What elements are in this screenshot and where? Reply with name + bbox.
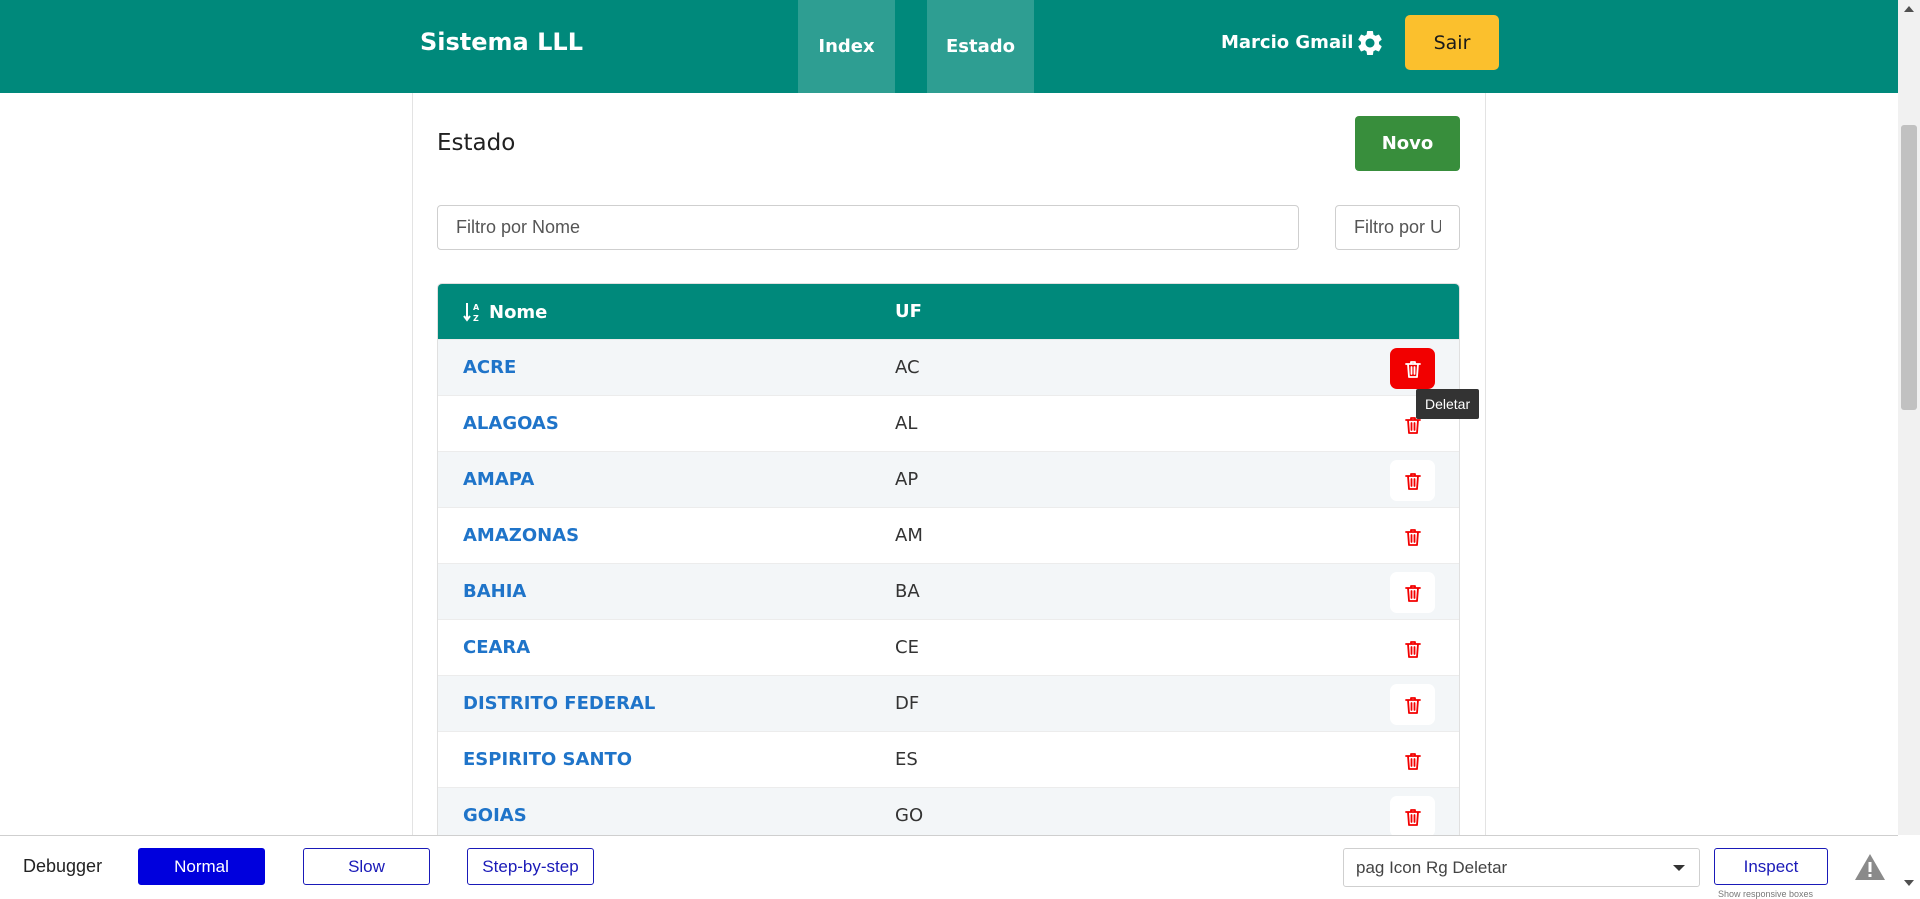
brand-title[interactable]: Sistema LLL <box>420 28 583 56</box>
trash-icon <box>1404 360 1421 378</box>
cell-nome-link[interactable]: ESPIRITO SANTO <box>463 749 632 770</box>
cell-nome-link[interactable]: DISTRITO FEDERAL <box>463 693 655 714</box>
table-row: CEARA CE <box>438 619 1459 675</box>
trash-icon <box>1404 808 1421 826</box>
cell-nome-link[interactable]: CEARA <box>463 637 530 658</box>
trash-icon <box>1404 528 1421 546</box>
delete-button[interactable] <box>1390 572 1435 613</box>
trash-icon <box>1404 752 1421 770</box>
filter-name-input[interactable] <box>437 205 1299 250</box>
gear-icon[interactable] <box>1355 28 1385 58</box>
user-name: Marcio Gmail <box>1221 32 1354 53</box>
trash-icon <box>1404 640 1421 658</box>
debugger-normal-button[interactable]: Normal <box>138 848 265 885</box>
column-header-uf: UF <box>895 301 922 322</box>
trash-icon <box>1404 696 1421 714</box>
delete-button[interactable] <box>1390 796 1435 835</box>
app-viewport: Sistema LLL Index Estado Marcio Gmail Sa… <box>0 0 1898 835</box>
debugger-label: Debugger <box>23 856 103 876</box>
cell-uf: AP <box>895 469 919 490</box>
debugger-step-button[interactable]: Step-by-step <box>467 848 594 885</box>
table-row: ESPIRITO SANTO ES <box>438 731 1459 787</box>
nav-tab-index[interactable]: Index <box>798 0 895 93</box>
delete-button[interactable] <box>1390 460 1435 501</box>
cell-uf: GO <box>895 805 924 826</box>
cell-uf: AM <box>895 525 923 546</box>
cell-uf: AL <box>895 413 918 434</box>
debugger-slow-button[interactable]: Slow <box>303 848 430 885</box>
table-row: BAHIA BA <box>438 563 1459 619</box>
page-title: Estado <box>437 130 516 156</box>
chevron-down-icon <box>1673 865 1685 871</box>
table-row: DISTRITO FEDERAL DF <box>438 675 1459 731</box>
cell-uf: ES <box>895 749 918 770</box>
cell-uf: AC <box>895 357 920 378</box>
scrollbar-thumb[interactable] <box>1901 125 1917 410</box>
debugger-target-select[interactable]: pag Icon Rg Deletar <box>1343 848 1700 887</box>
table-row: ACRE AC <box>438 339 1459 395</box>
cell-nome-link[interactable]: BAHIA <box>463 581 526 602</box>
column-label-nome: Nome <box>489 301 548 323</box>
nav-tab-estado[interactable]: Estado <box>927 0 1034 93</box>
table-header: A Z Nome UF <box>438 284 1459 339</box>
svg-text:Z: Z <box>473 314 479 323</box>
cell-uf: DF <box>895 693 920 714</box>
cell-nome-link[interactable]: ALAGOAS <box>463 413 559 434</box>
logout-button[interactable]: Sair <box>1405 15 1499 70</box>
cell-nome-link[interactable]: ACRE <box>463 357 516 378</box>
debugger-inspect-button[interactable]: Inspect <box>1714 848 1828 885</box>
responsive-boxes-link[interactable]: Show responsive boxes <box>1718 889 1813 899</box>
scroll-up-arrow-icon[interactable] <box>1904 6 1914 12</box>
filter-uf-input[interactable] <box>1335 205 1460 250</box>
warning-icon[interactable] <box>1854 852 1886 882</box>
cell-uf: BA <box>895 581 920 602</box>
column-header-nome[interactable]: A Z Nome <box>463 301 547 323</box>
delete-button[interactable] <box>1390 684 1435 725</box>
top-navbar: Sistema LLL Index Estado Marcio Gmail Sa… <box>0 0 1898 93</box>
table-row: AMAZONAS AM <box>438 507 1459 563</box>
sort-alpha-icon: A Z <box>463 303 480 323</box>
cell-nome-link[interactable]: AMAZONAS <box>463 525 579 546</box>
svg-text:A: A <box>473 303 480 312</box>
delete-button[interactable] <box>1390 628 1435 669</box>
new-button[interactable]: Novo <box>1355 116 1460 171</box>
debugger-bar: Debugger Normal Slow Step-by-step pag Ic… <box>0 835 1898 899</box>
trash-icon <box>1404 472 1421 490</box>
trash-icon <box>1404 584 1421 602</box>
estado-table: A Z Nome UF ACRE AC ALAGOAS AL AMAPA AP AMAZON… <box>437 283 1460 835</box>
table-row: GOIAS GO <box>438 787 1459 835</box>
table-row: AMAPA AP <box>438 451 1459 507</box>
cell-nome-link[interactable]: GOIAS <box>463 805 527 826</box>
delete-button[interactable] <box>1390 740 1435 781</box>
debugger-target-value: pag Icon Rg Deletar <box>1356 858 1508 877</box>
cell-nome-link[interactable]: AMAPA <box>463 469 534 490</box>
scroll-down-arrow-icon[interactable] <box>1904 880 1914 886</box>
delete-tooltip: Deletar <box>1416 389 1480 419</box>
delete-button[interactable] <box>1390 348 1435 389</box>
table-body: ACRE AC ALAGOAS AL AMAPA AP AMAZONAS AM BAHIA BA C… <box>438 339 1459 835</box>
table-row: ALAGOAS AL <box>438 395 1459 451</box>
cell-uf: CE <box>895 637 919 658</box>
delete-button[interactable] <box>1390 516 1435 557</box>
